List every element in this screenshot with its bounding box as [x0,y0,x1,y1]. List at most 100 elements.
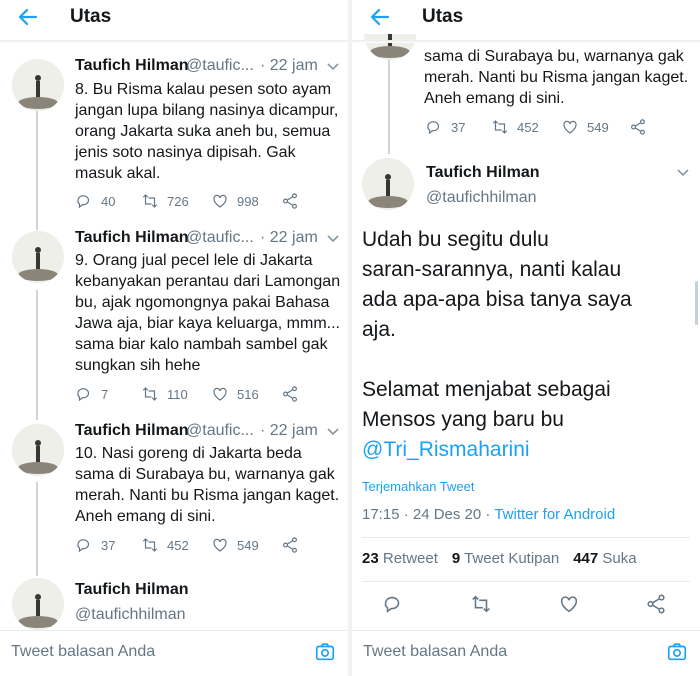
tweet-actions: 37 452 549 [425,117,685,137]
translate-tweet-link[interactable]: Terjemahkan Tweet [362,479,475,494]
like-count[interactable]: 447 [573,550,598,567]
mention-link[interactable]: @Tri_Rismaharini [362,435,692,465]
like-button[interactable]: 549 [211,535,259,555]
share-icon [283,537,297,553]
tweet-author-name[interactable]: Taufich Hilman [75,581,189,599]
retweet-icon [492,120,508,134]
retweet-icon [142,538,158,552]
left-thread-panel: Taufich Hilman @taufic... · 22 jam 8. Bu… [0,0,348,676]
share-button[interactable] [281,535,299,555]
reply-icon [427,121,440,135]
top-bar: Utas [352,0,700,34]
arrow-left-icon[interactable] [369,6,391,28]
retweet-button[interactable]: 452 [141,535,189,555]
chevron-down-icon[interactable] [326,62,340,72]
quote-count[interactable]: 9 [452,550,460,567]
like-button[interactable] [558,593,582,617]
share-button[interactable] [281,191,299,211]
chevron-down-icon[interactable] [676,168,690,178]
tweet-author-handle[interactable]: @taufic... [186,229,254,247]
retweet-count[interactable]: 23 [362,550,379,567]
reply-button[interactable]: 40 [75,191,115,211]
like-button[interactable]: 516 [211,384,259,404]
chevron-down-icon[interactable] [326,234,340,244]
retweet-icon [472,595,490,613]
tweet-actions: 40 726 998 [75,191,335,211]
like-button[interactable]: 549 [561,117,609,137]
retweet-button[interactable]: 452 [491,117,539,137]
thread-line [36,290,38,420]
retweet-label[interactable]: Retweet [383,550,438,567]
avatar[interactable] [362,158,414,210]
tweet-source-link[interactable]: Twitter for Android [494,506,615,523]
like-button[interactable]: 998 [211,191,259,211]
reply-button[interactable]: 37 [425,117,465,137]
reply-icon [77,388,90,402]
header-divider [352,40,700,43]
divider [362,537,690,538]
tweet-author-name[interactable]: Taufich Hilman [426,164,540,182]
top-bar: Utas [0,0,348,34]
tweet-actions: 37 452 549 [75,535,335,555]
reply-icon [384,596,400,613]
share-button[interactable] [629,117,647,137]
share-button[interactable] [281,384,299,404]
thread-line [36,110,38,230]
scrollbar[interactable] [695,281,698,325]
avatar[interactable] [12,231,64,283]
reply-icon [77,195,90,209]
retweet-button[interactable]: 110 [141,384,188,404]
reply-input[interactable]: Tweet balasan Anda [363,643,507,661]
tweet-time: · 22 jam [260,229,318,246]
tweet-author-handle[interactable]: @taufichhilman [75,606,186,624]
retweet-button[interactable] [470,593,494,617]
tweet-author-handle[interactable]: @taufichhilman [426,189,537,207]
tweet-author-name[interactable]: Taufich Hilman [75,229,189,247]
avatar[interactable] [12,424,64,476]
reply-input[interactable]: Tweet balasan Anda [11,643,155,661]
chevron-down-icon[interactable] [326,427,340,437]
tweet-metadata: 17:15 · 24 Des 20 · Twitter for Android [362,506,615,523]
share-button[interactable] [645,593,669,617]
reply-composer[interactable]: Tweet balasan Anda [0,630,348,676]
tweet-author-name[interactable]: Taufich Hilman [75,57,189,75]
tweet-text: 10. Nasi goreng di Jakarta beda sama di S… [75,445,340,525]
heart-icon [213,387,227,401]
heart-icon [560,596,578,613]
arrow-left-icon[interactable] [17,6,39,28]
tweet-timestamp: 17:15 · 24 Des 20 · [362,506,495,523]
reply-button[interactable] [382,593,406,617]
thread-line [36,482,38,576]
heart-icon [213,538,227,552]
header-divider [0,40,348,43]
quote-label[interactable]: Tweet Kutipan [464,550,559,567]
page-title: Utas [422,6,464,27]
divider [362,581,690,582]
tweet-author-handle[interactable]: @taufic... [186,422,254,440]
tweet-text: 8. Bu Risma kalau pesen soto ayam jangan … [75,81,339,182]
tweet-stats: 23 Retweet 9 Tweet Kutipan 447 Suka [362,550,637,567]
tweet-author-name[interactable]: Taufich Hilman [75,422,189,440]
camera-icon[interactable] [314,641,336,663]
page-title: Utas [70,6,112,27]
retweet-button[interactable]: 726 [141,191,189,211]
avatar[interactable] [12,59,64,111]
main-tweet-actions [352,593,700,617]
camera-icon[interactable] [666,641,688,663]
share-icon [283,193,297,209]
heart-icon [563,120,577,134]
tweet-text: sama di Surabaya bu, warnanya gak merah. … [424,48,689,107]
share-icon [283,386,297,402]
heart-icon [213,194,227,208]
tweet-actions: 7 110 516 [75,384,335,404]
share-icon [631,119,645,135]
reply-composer[interactable]: Tweet balasan Anda [352,630,700,676]
reply-button[interactable]: 37 [75,535,115,555]
tweet-text: 9. Orang jual pecel lele di Jakarta keban… [75,252,341,374]
like-label[interactable]: Suka [602,550,636,567]
retweet-icon [142,387,158,401]
share-icon [647,594,665,614]
avatar[interactable] [12,578,64,630]
tweet-author-handle[interactable]: @taufic... [186,57,254,75]
reply-button[interactable]: 7 [75,384,108,404]
